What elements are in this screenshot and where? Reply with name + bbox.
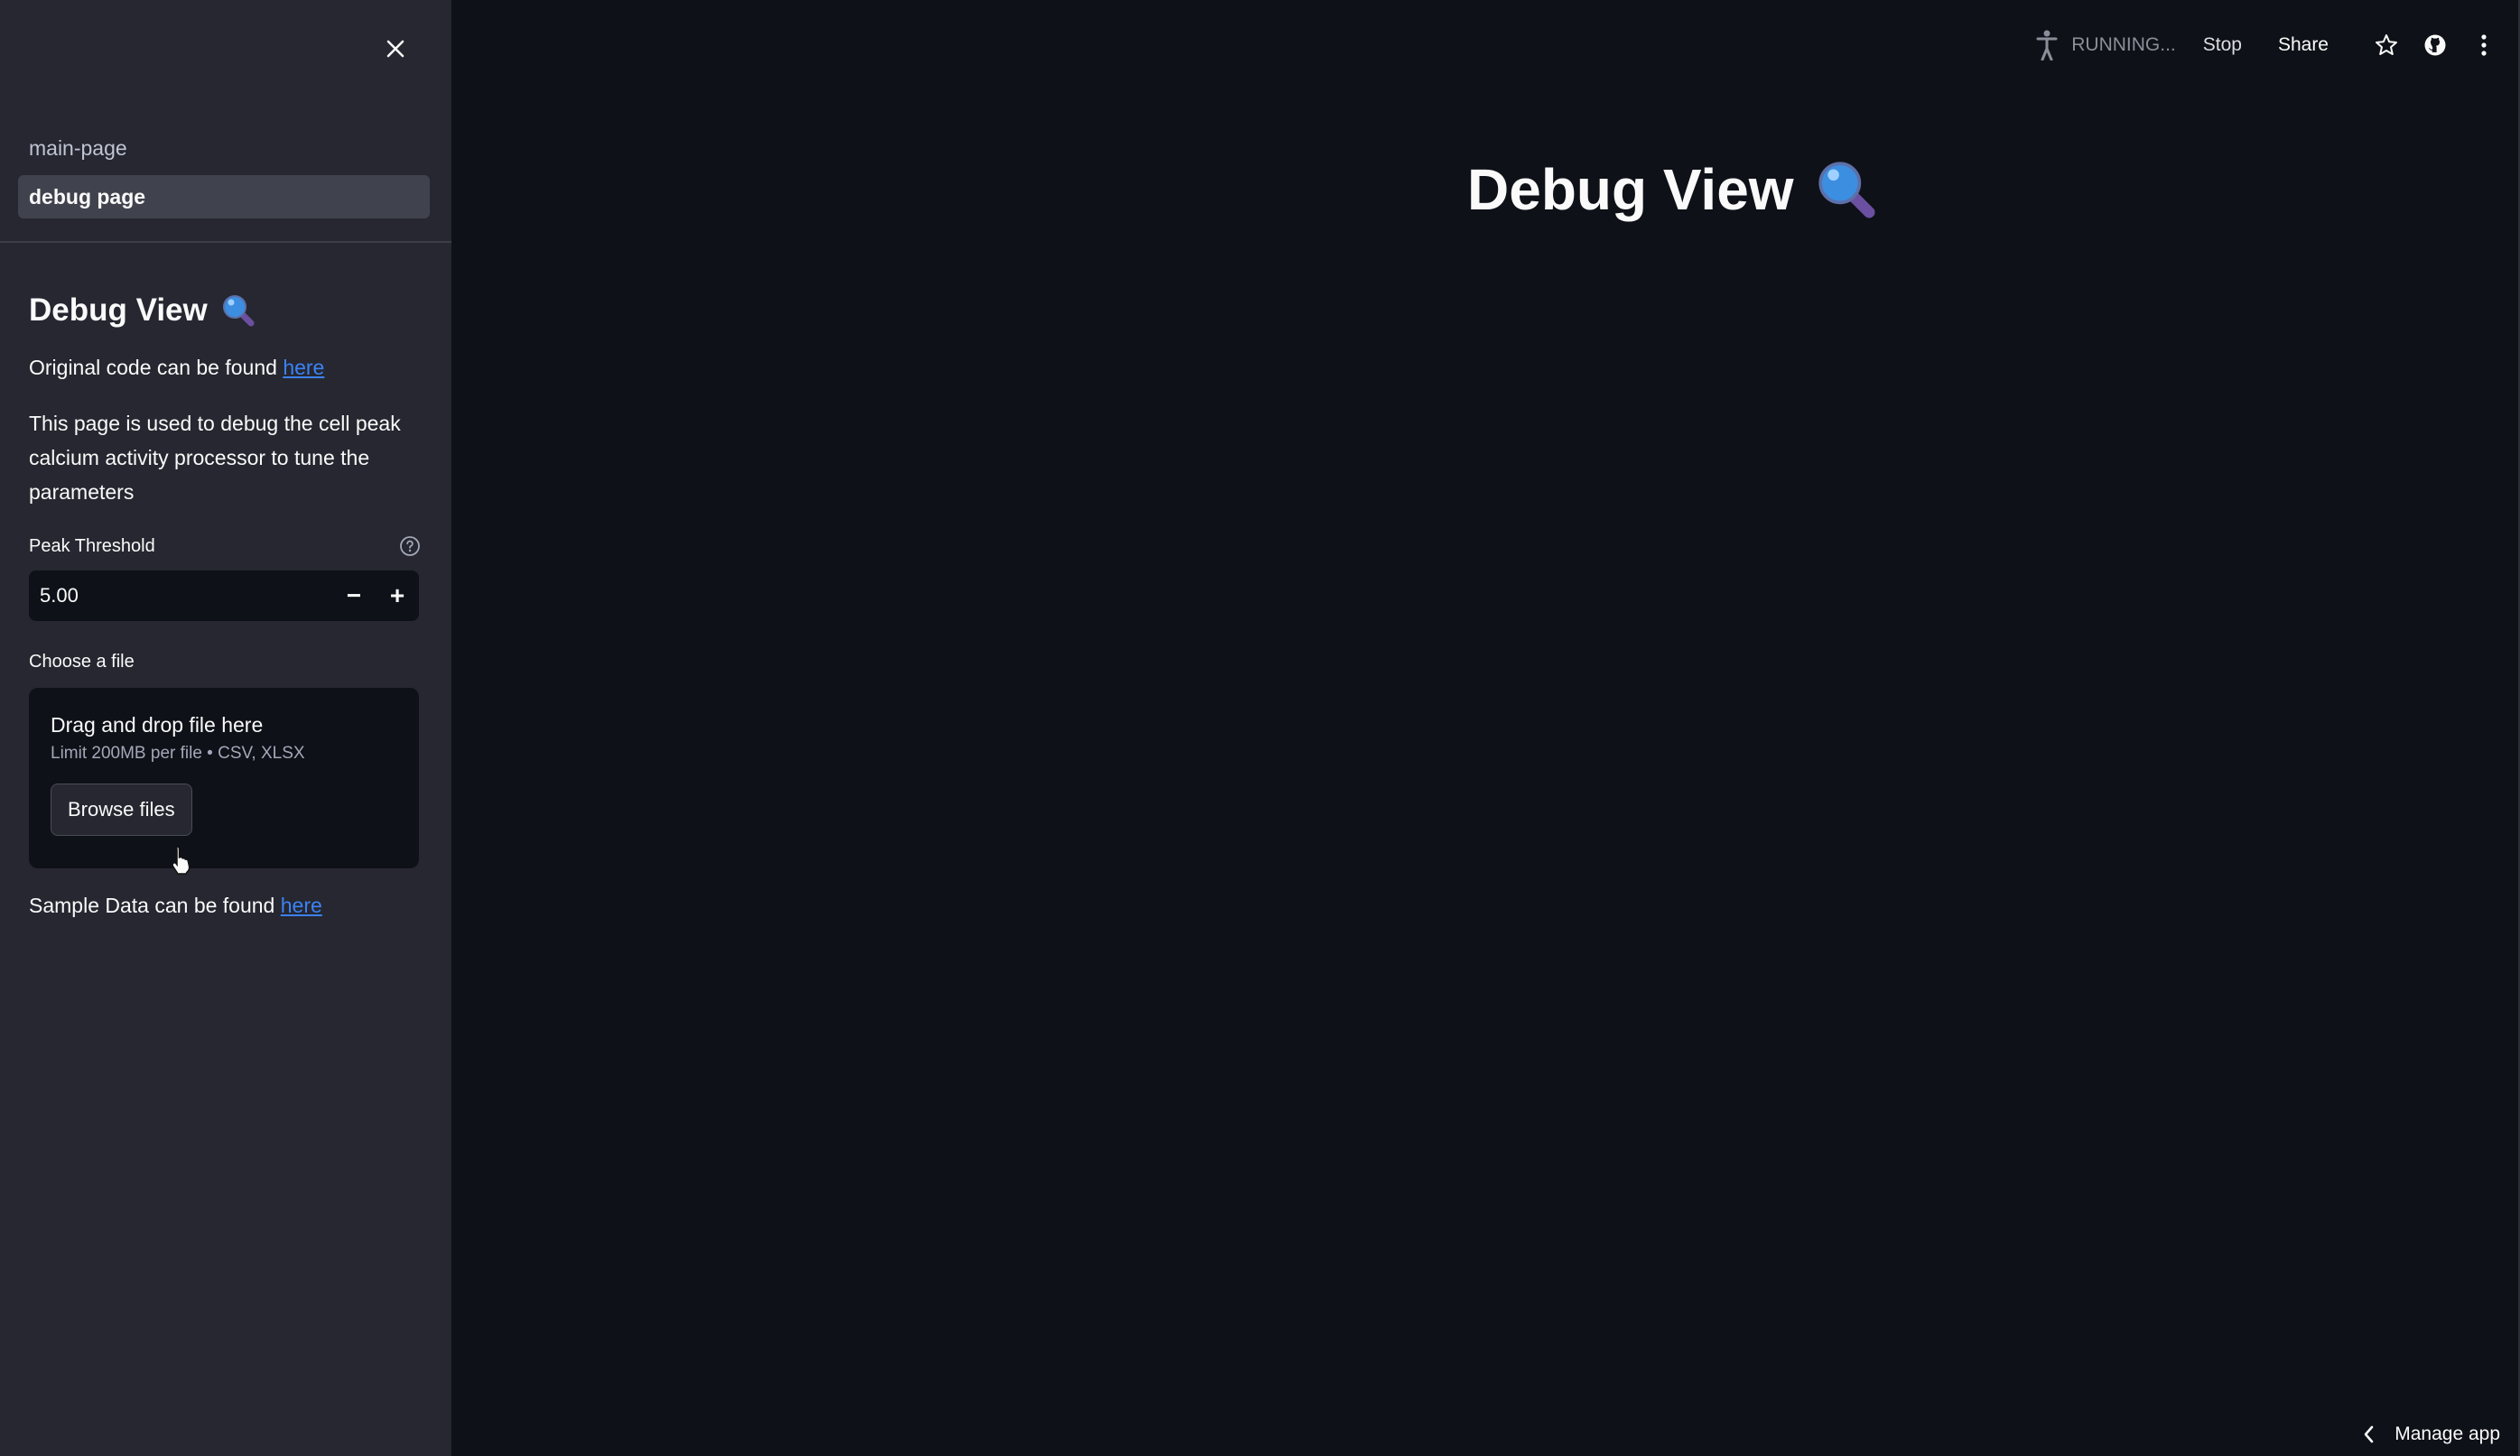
star-icon bbox=[2376, 34, 2397, 55]
peak-threshold-input-group: − + bbox=[29, 570, 419, 622]
chevron-left-icon bbox=[2364, 1425, 2374, 1443]
page-title-text: Debug View bbox=[1467, 157, 1794, 222]
manage-app-label: Manage app bbox=[2394, 1424, 2500, 1444]
decrement-button[interactable]: − bbox=[332, 570, 376, 621]
running-person-icon bbox=[2036, 30, 2058, 60]
running-label: RUNNING... bbox=[2071, 34, 2176, 55]
sidebar: main-page debug page Debug View Original… bbox=[0, 0, 451, 1456]
increment-button[interactable]: + bbox=[376, 570, 419, 621]
dropzone-limit: Limit 200MB per file • CSV, XLSX bbox=[51, 744, 305, 763]
peak-threshold-label: Peak Threshold bbox=[29, 535, 155, 556]
dropzone-title: Drag and drop file here bbox=[51, 713, 264, 737]
sample-data-link[interactable]: here bbox=[281, 894, 322, 917]
github-button[interactable] bbox=[2417, 27, 2453, 63]
original-code-text: Original code can be found bbox=[29, 356, 284, 379]
sidebar-nav: main-page debug page bbox=[18, 126, 430, 224]
file-uploader-label: Choose a file bbox=[29, 651, 135, 672]
magnifying-glass-icon bbox=[1818, 162, 1875, 218]
more-vertical-icon bbox=[2481, 34, 2487, 56]
sample-data-paragraph: Sample Data can be found here bbox=[29, 888, 421, 923]
sidebar-item-debug-page[interactable]: debug page bbox=[18, 175, 430, 218]
main-area: RUNNING... Stop Share Debug View Manage … bbox=[451, 0, 2520, 1456]
github-icon bbox=[2424, 34, 2446, 56]
peak-threshold-widget: Peak Threshold − + bbox=[29, 533, 421, 622]
share-button[interactable]: Share bbox=[2278, 34, 2329, 56]
main-menu-button[interactable] bbox=[2466, 27, 2502, 63]
favorite-button[interactable] bbox=[2368, 27, 2404, 63]
stop-button[interactable]: Stop bbox=[2203, 34, 2242, 56]
peak-threshold-input[interactable] bbox=[29, 570, 332, 622]
peak-threshold-label-row: Peak Threshold bbox=[29, 533, 421, 560]
sidebar-item-main-page[interactable]: main-page bbox=[18, 126, 430, 170]
app-root: main-page debug page Debug View Original… bbox=[0, 0, 2520, 1456]
sidebar-heading-text: Debug View bbox=[29, 292, 208, 328]
sample-data-text: Sample Data can be found bbox=[29, 894, 281, 917]
magnifying-glass-icon bbox=[222, 295, 255, 327]
browse-files-button[interactable]: Browse files bbox=[51, 784, 192, 836]
manage-app-button[interactable]: Manage app bbox=[2362, 1424, 2500, 1445]
original-code-paragraph: Original code can be found here bbox=[29, 350, 421, 385]
running-status: RUNNING... bbox=[2035, 30, 2176, 60]
help-icon[interactable] bbox=[399, 535, 421, 557]
sidebar-heading: Debug View bbox=[29, 287, 421, 334]
top-toolbar: RUNNING... Stop Share bbox=[2035, 27, 2502, 63]
hand-cursor-icon bbox=[172, 846, 191, 875]
file-dropzone[interactable]: Drag and drop file here Limit 200MB per … bbox=[29, 688, 419, 868]
close-icon bbox=[386, 40, 405, 58]
sidebar-content: Debug View Original code can be found he… bbox=[29, 287, 421, 923]
original-code-link[interactable]: here bbox=[283, 356, 324, 379]
file-uploader: Choose a file Drag and drop file here Li… bbox=[29, 648, 421, 868]
sidebar-close-button[interactable] bbox=[377, 31, 414, 67]
description-paragraph: This page is used to debug the cell peak… bbox=[29, 412, 401, 504]
sidebar-divider bbox=[0, 241, 451, 243]
page-title: Debug View bbox=[1467, 146, 1879, 233]
